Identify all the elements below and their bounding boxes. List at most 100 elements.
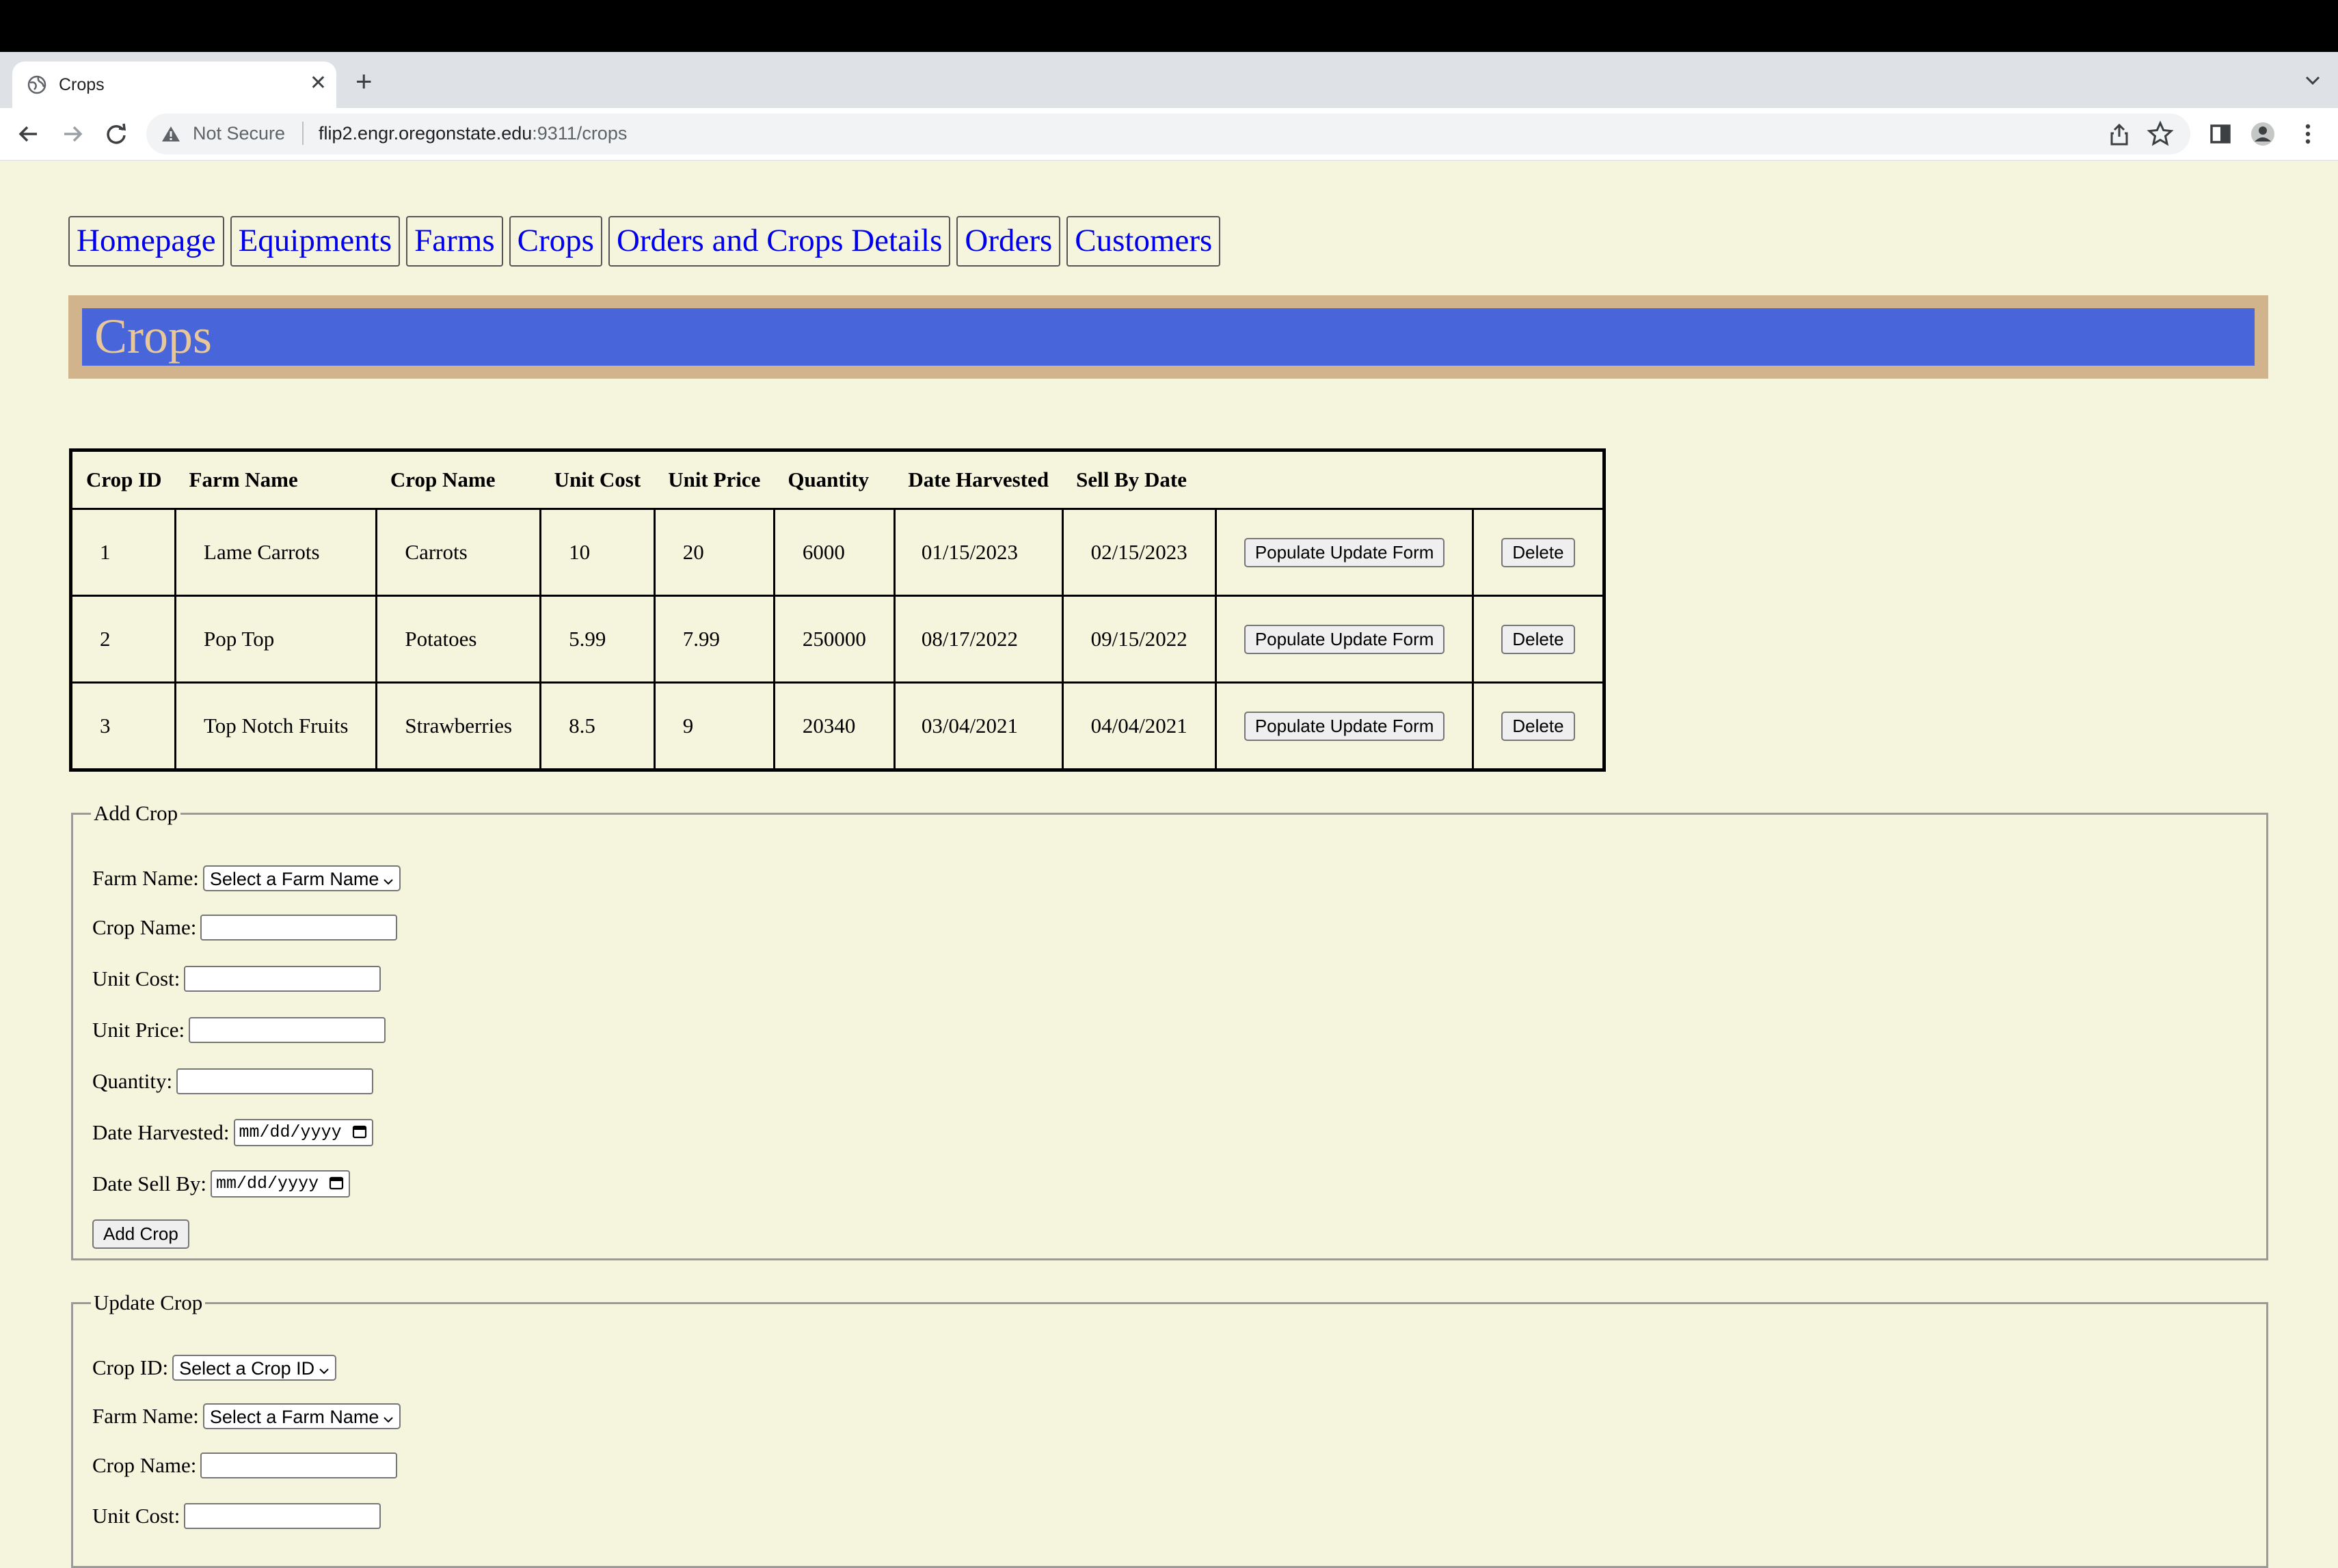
add-crop-name-row: Crop Name:	[92, 913, 398, 941]
cell-populate: Populate Update Form	[1214, 595, 1475, 684]
update-crop-legend: Update Crop	[94, 1290, 203, 1314]
browser-tab[interactable]: Crops ✕	[12, 62, 336, 108]
table-header-row: Crop ID Farm Name Crop Name Unit Cost Un…	[70, 450, 1604, 510]
column-header-date-harvested: Date Harvested	[894, 450, 1063, 510]
cell-delete: Delete	[1472, 595, 1605, 684]
date-sell-by-label: Date Sell By:	[92, 1171, 207, 1195]
close-tab-icon[interactable]: ✕	[310, 72, 327, 94]
column-header-crop-id: Crop ID	[70, 450, 176, 510]
nav-crops[interactable]: Crops	[509, 216, 602, 267]
url-text[interactable]: flip2.engr.oregonstate.edu:9311/crops	[319, 123, 627, 144]
add-date-harvested-row: Date Harvested: mm/dd/yyyy	[92, 1118, 373, 1146]
add-crop-button[interactable]: Add Crop	[92, 1219, 189, 1249]
delete-button[interactable]: Delete	[1501, 537, 1575, 567]
bookmark-star-icon[interactable]	[2147, 120, 2174, 148]
cell-crop-name: Carrots	[375, 508, 542, 597]
back-icon[interactable]	[15, 120, 42, 148]
browser-toolbar: Not Secure flip2.engr.oregonstate.edu:93…	[0, 108, 2338, 161]
calendar-icon[interactable]	[351, 1123, 368, 1139]
address-bar[interactable]: Not Secure flip2.engr.oregonstate.edu:93…	[146, 113, 2190, 154]
cell-delete: Delete	[1472, 681, 1605, 771]
kebab-menu-icon[interactable]	[2294, 120, 2322, 148]
chevron-down-icon	[384, 879, 394, 885]
add-date-harvested-input[interactable]: mm/dd/yyyy	[233, 1118, 373, 1146]
security-label[interactable]: Not Secure	[193, 123, 285, 144]
cell-crop-id: 2	[69, 595, 177, 684]
add-unit-price-input[interactable]	[189, 1016, 386, 1043]
delete-button[interactable]: Delete	[1501, 711, 1575, 741]
cell-sell-by-date: 02/15/2023	[1061, 508, 1217, 597]
column-header-farm-name: Farm Name	[175, 450, 377, 510]
os-top-bar	[0, 0, 2338, 52]
tab-strip: Crops ✕ +	[0, 52, 2338, 108]
select-value: Select a Farm Name	[209, 868, 379, 889]
add-crop-name-input[interactable]	[200, 914, 398, 941]
forward-icon[interactable]	[59, 120, 86, 148]
add-date-sell-by-input[interactable]: mm/dd/yyyy	[211, 1170, 351, 1198]
update-unit-cost-input[interactable]	[184, 1502, 381, 1529]
chevron-down-icon	[319, 1368, 329, 1375]
add-farm-row: Farm Name: Select a Farm Name	[92, 864, 401, 891]
reload-icon[interactable]	[103, 120, 130, 148]
add-unit-cost-row: Unit Cost:	[92, 964, 381, 992]
date-placeholder: mm/dd/yyyy	[239, 1122, 342, 1142]
share-icon[interactable]	[2108, 123, 2130, 146]
update-crop-id-row: Crop ID: Select a Crop ID	[92, 1353, 337, 1381]
update-unit-cost-row: Unit Cost:	[92, 1502, 381, 1529]
table-row: 1 Lame Carrots Carrots 10 20 6000 01/15/…	[69, 508, 1605, 597]
column-header-quantity: Quantity	[774, 450, 895, 510]
nav-orders-and-crops-details[interactable]: Orders and Crops Details	[608, 216, 951, 267]
nav-farms[interactable]: Farms	[406, 216, 503, 267]
main-nav: Homepage Equipments Farms Crops Orders a…	[68, 216, 1221, 267]
quantity-label: Quantity:	[92, 1068, 173, 1093]
divider	[302, 122, 304, 145]
add-submit-row: Add Crop	[92, 1219, 189, 1249]
crop-name-label: Crop Name:	[92, 915, 197, 939]
nav-orders[interactable]: Orders	[956, 216, 1061, 267]
column-header-blank	[1215, 450, 1473, 510]
populate-update-form-button[interactable]: Populate Update Form	[1244, 537, 1445, 567]
update-crop-id-select[interactable]: Select a Crop ID	[172, 1354, 337, 1381]
add-quantity-row: Quantity:	[92, 1067, 374, 1094]
warning-icon	[162, 126, 180, 141]
add-quantity-input[interactable]	[176, 1068, 374, 1094]
cell-farm-name: Pop Top	[174, 595, 378, 684]
cell-unit-cost: 8.5	[539, 681, 656, 771]
nav-homepage[interactable]: Homepage	[68, 216, 224, 267]
cell-quantity: 20340	[772, 681, 896, 771]
unit-price-label: Unit Price:	[92, 1017, 185, 1042]
cell-crop-name: Strawberries	[375, 681, 542, 771]
cell-crop-id: 1	[69, 508, 177, 597]
cell-date-harvested: 03/04/2021	[893, 681, 1064, 771]
page-header-inner: Crops	[82, 308, 2255, 366]
select-value: Select a Farm Name	[209, 1406, 379, 1427]
update-crop-name-input[interactable]	[200, 1452, 398, 1478]
column-header-crop-name: Crop Name	[376, 450, 541, 510]
nav-equipments[interactable]: Equipments	[230, 216, 401, 267]
cell-unit-cost: 10	[539, 508, 656, 597]
chevron-down-icon[interactable]	[2304, 74, 2322, 87]
column-header-blank	[1473, 450, 1604, 510]
cell-delete: Delete	[1472, 508, 1605, 597]
cell-unit-price: 7.99	[653, 595, 775, 684]
url-path: :9311/crops	[532, 123, 628, 144]
populate-update-form-button[interactable]: Populate Update Form	[1244, 624, 1445, 654]
new-tab-icon[interactable]: +	[355, 67, 373, 96]
profile-avatar-icon[interactable]	[2249, 120, 2276, 148]
cell-sell-by-date: 04/04/2021	[1061, 681, 1217, 771]
cell-date-harvested: 08/17/2022	[893, 595, 1064, 684]
cell-populate: Populate Update Form	[1214, 681, 1475, 771]
nav-customers[interactable]: Customers	[1066, 216, 1221, 267]
cell-farm-name: Top Notch Fruits	[174, 681, 378, 771]
date-placeholder: mm/dd/yyyy	[216, 1173, 319, 1193]
side-panel-icon[interactable]	[2207, 120, 2234, 148]
delete-button[interactable]: Delete	[1501, 624, 1575, 654]
add-crop-legend: Add Crop	[94, 801, 178, 825]
add-crop-form: Add Crop Farm Name: Select a Farm Name Cr…	[71, 801, 2268, 1260]
cell-farm-name: Lame Carrots	[174, 508, 378, 597]
add-farm-name-select[interactable]: Select a Farm Name	[202, 865, 401, 891]
populate-update-form-button[interactable]: Populate Update Form	[1244, 711, 1445, 741]
update-farm-name-select[interactable]: Select a Farm Name	[202, 1403, 401, 1429]
calendar-icon[interactable]	[328, 1174, 345, 1191]
add-unit-cost-input[interactable]	[184, 965, 381, 992]
